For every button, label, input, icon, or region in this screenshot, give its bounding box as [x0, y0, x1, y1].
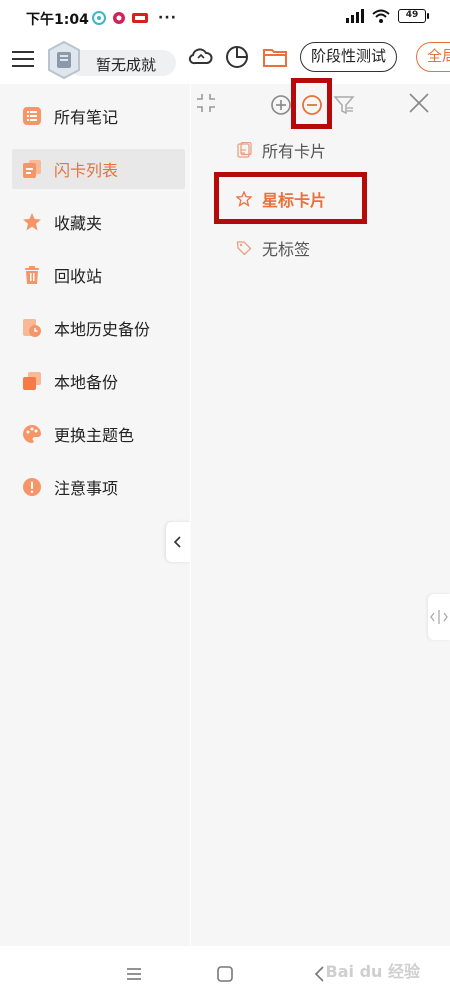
achievement-badge-icon	[48, 40, 80, 80]
pie-chart-icon[interactable]	[224, 44, 250, 70]
sidebar-item-label: 回收站	[54, 267, 103, 286]
sidebar-item-favorites[interactable]: 收藏夹	[12, 202, 185, 242]
system-nav-bar: Bai du 经验	[0, 946, 450, 1000]
sidebar: 所有笔记 闪卡列表 收藏夹 回收站 本地历史备份 本地备份 更换主题色 注意事项	[0, 84, 190, 946]
drag-arrows-icon	[430, 610, 448, 624]
achievement-label: 暂无成就	[96, 56, 157, 74]
status-more: ···	[158, 10, 177, 26]
status-notification-icons: ···	[92, 10, 177, 26]
sidebar-item-notes[interactable]: 注意事项	[12, 467, 185, 507]
app-notification-icon-3	[132, 13, 148, 23]
list-icon	[23, 107, 41, 125]
panel-right-strip	[428, 84, 450, 946]
palette-icon	[23, 425, 41, 443]
sidebar-item-theme-color[interactable]: 更换主题色	[12, 414, 185, 454]
highlight-starred-cards	[214, 172, 367, 224]
sidebar-item-label: 本地备份	[54, 373, 119, 392]
status-system-icons: 49	[344, 9, 429, 23]
note-icon	[237, 142, 252, 158]
sidebar-collapse-button[interactable]	[166, 522, 190, 562]
menu-icon[interactable]	[12, 46, 36, 70]
cards-icon	[23, 160, 41, 178]
tag-label: 所有卡片	[262, 142, 327, 161]
status-bar: 下午1:04 ··· 49	[0, 0, 450, 36]
sidebar-item-label: 本地历史备份	[54, 320, 151, 339]
sidebar-item-label: 更换主题色	[54, 426, 135, 445]
app-notification-icon	[92, 11, 106, 25]
full-mode-button[interactable]: 全局	[416, 42, 450, 72]
star-icon	[23, 213, 41, 231]
history-icon	[23, 319, 41, 337]
signal-icon	[346, 9, 364, 23]
sidebar-item-local-history-backup[interactable]: 本地历史备份	[12, 308, 185, 348]
tag-label: 无标签	[262, 240, 311, 259]
battery-icon: 49	[398, 9, 429, 23]
cloud-sync-icon[interactable]	[188, 44, 214, 70]
tag-item-no-tag[interactable]: 无标签	[236, 236, 310, 260]
app-notification-icon-2	[113, 12, 125, 24]
split-drag-handle[interactable]	[428, 594, 450, 640]
tag-icon	[236, 241, 252, 256]
add-tag-icon[interactable]	[270, 94, 292, 116]
backup-icon	[23, 372, 41, 390]
watermark: Bai du 经验	[325, 962, 420, 981]
folder-icon[interactable]	[262, 44, 288, 70]
toolbar: 暂无成就 阶段性测试 全局	[0, 36, 450, 84]
sidebar-item-trash[interactable]: 回收站	[12, 255, 185, 295]
highlight-remove-button	[291, 78, 332, 129]
sidebar-item-label: 收藏夹	[54, 214, 103, 233]
achievement-chip[interactable]: 暂无成就	[44, 40, 176, 80]
recent-apps-icon[interactable]	[124, 964, 144, 984]
sidebar-item-all-notes[interactable]: 所有笔记	[12, 96, 185, 136]
wifi-icon	[372, 9, 390, 23]
sidebar-item-label: 注意事项	[54, 479, 119, 498]
close-icon[interactable]	[408, 92, 430, 114]
status-time: 下午1:04	[26, 12, 89, 28]
chevron-left-icon	[173, 536, 181, 548]
tag-item-all-cards[interactable]: 所有卡片	[236, 138, 326, 162]
sidebar-item-label: 闪卡列表	[54, 161, 119, 180]
warning-icon	[23, 478, 41, 496]
sidebar-item-label: 所有笔记	[54, 108, 119, 127]
stage-test-button[interactable]: 阶段性测试	[300, 42, 398, 72]
collapse-all-icon[interactable]	[195, 92, 217, 114]
filter-icon[interactable]	[333, 94, 355, 116]
sidebar-item-local-backup[interactable]: 本地备份	[12, 361, 185, 401]
sidebar-item-flashcards[interactable]: 闪卡列表	[12, 149, 185, 189]
home-icon[interactable]	[215, 964, 235, 984]
trash-icon	[25, 266, 39, 284]
